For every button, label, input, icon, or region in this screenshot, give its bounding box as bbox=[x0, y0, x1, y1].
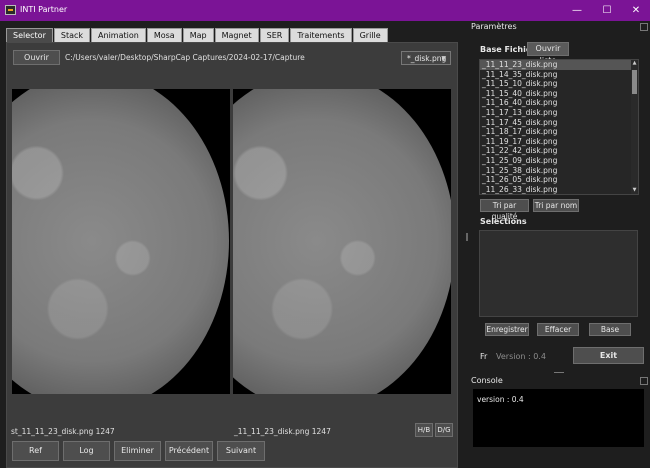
left-image-view[interactable] bbox=[12, 89, 230, 394]
console-output: version : 0.4 bbox=[473, 389, 644, 447]
list-item[interactable]: _11_15_10_disk.png bbox=[480, 79, 638, 89]
list-item[interactable]: _11_16_40_disk.png bbox=[480, 98, 638, 108]
filter-value: *_disk.png bbox=[407, 54, 447, 63]
tab-traitements[interactable]: Traitements bbox=[290, 28, 352, 42]
open-button[interactable]: Ouvrir bbox=[13, 50, 60, 65]
list-item[interactable]: _11_25_09_disk.png bbox=[480, 156, 638, 166]
console-title: Console bbox=[471, 376, 503, 385]
minimize-button[interactable]: — bbox=[562, 2, 592, 19]
tab-grille[interactable]: Grille bbox=[352, 28, 388, 42]
tab-animation[interactable]: Animation bbox=[91, 28, 146, 42]
scroll-thumb[interactable] bbox=[632, 70, 637, 94]
list-item[interactable]: _11_15_40_disk.png bbox=[480, 89, 638, 99]
main-panel: Selector Stack Animation Mosa Map Magnet… bbox=[0, 21, 465, 468]
selector-page: Ouvrir C:/Users/valer/Desktop/SharpCap C… bbox=[6, 42, 458, 468]
scroll-down-icon[interactable]: ▼ bbox=[631, 187, 638, 194]
file-list[interactable]: _11_11_23_disk.png _11_14_35_disk.png _1… bbox=[479, 59, 639, 195]
sort-quality-button[interactable]: Tri par qualité bbox=[480, 199, 529, 221]
precedent-button[interactable]: Précédent bbox=[165, 441, 213, 461]
parameters-title: Paramètres bbox=[471, 22, 517, 31]
tab-stack[interactable]: Stack bbox=[53, 28, 91, 42]
tab-map[interactable]: Map bbox=[182, 28, 214, 42]
eliminer-button[interactable]: Eliminer bbox=[114, 441, 161, 461]
effacer-button[interactable]: Effacer bbox=[537, 323, 579, 336]
tab-ser[interactable]: SER bbox=[259, 28, 290, 42]
list-item[interactable]: _11_17_45_disk.png bbox=[480, 118, 638, 128]
splitter-handle[interactable] bbox=[554, 372, 564, 373]
tab-magnet[interactable]: Magnet bbox=[214, 28, 259, 42]
scroll-up-icon[interactable]: ▲ bbox=[631, 60, 638, 67]
list-item[interactable]: _11_25_38_disk.png bbox=[480, 166, 638, 176]
file-list-scrollbar[interactable]: ▲ ▼ bbox=[631, 60, 638, 194]
open-list-button[interactable]: Ouvrir liste bbox=[527, 42, 569, 65]
list-item[interactable]: _11_26_05_disk.png bbox=[480, 175, 638, 185]
list-item[interactable]: _11_26_33_disk.png bbox=[480, 185, 638, 194]
version-label: Version : 0.4 bbox=[496, 352, 546, 361]
sun-disk-image bbox=[12, 89, 229, 394]
language-label[interactable]: Fr bbox=[480, 352, 487, 361]
base-button[interactable]: Base bbox=[589, 323, 631, 336]
tab-mosa[interactable]: Mosa bbox=[146, 28, 182, 42]
ref-button[interactable]: Ref bbox=[12, 441, 59, 461]
chevron-down-icon: ▼ bbox=[441, 55, 446, 62]
list-item[interactable]: _11_18_17_disk.png bbox=[480, 127, 638, 137]
list-item[interactable]: _11_22_42_disk.png bbox=[480, 146, 638, 156]
console-text: version : 0.4 bbox=[477, 395, 524, 404]
sort-name-button[interactable]: Tri par nom bbox=[533, 199, 579, 212]
tab-bar: Selector Stack Animation Mosa Map Magnet… bbox=[6, 28, 389, 43]
flip-hb-button[interactable]: H/B bbox=[415, 423, 433, 437]
title-bar: INTI Partner — ☐ ✕ bbox=[0, 0, 650, 21]
enregistrer-button[interactable]: Enregistrer bbox=[485, 323, 529, 336]
list-item[interactable]: _11_14_35_disk.png bbox=[480, 70, 638, 80]
window-title: INTI Partner bbox=[20, 5, 68, 14]
flip-dg-button[interactable]: D/G bbox=[435, 423, 453, 437]
filter-dropdown[interactable]: *_disk.png ▼ bbox=[401, 51, 451, 65]
tab-selector[interactable]: Selector bbox=[6, 28, 53, 43]
maximize-button[interactable]: ☐ bbox=[592, 2, 622, 19]
sun-disk-image bbox=[233, 89, 451, 394]
splitter-handle[interactable] bbox=[466, 233, 468, 241]
folder-path: C:/Users/valer/Desktop/SharpCap Captures… bbox=[65, 53, 305, 62]
right-image-view[interactable] bbox=[233, 89, 451, 394]
float-icon[interactable] bbox=[640, 23, 648, 31]
log-button[interactable]: Log bbox=[63, 441, 110, 461]
left-image-caption: st_11_11_23_disk.png 1247 bbox=[11, 427, 115, 436]
right-image-caption: _11_11_23_disk.png 1247 bbox=[234, 427, 331, 436]
list-item[interactable]: _11_19_17_disk.png bbox=[480, 137, 638, 147]
exit-button[interactable]: Exit bbox=[573, 347, 644, 364]
close-button[interactable]: ✕ bbox=[621, 2, 650, 19]
list-item[interactable]: _11_11_23_disk.png bbox=[480, 60, 638, 70]
list-item[interactable]: _11_17_13_disk.png bbox=[480, 108, 638, 118]
selections-label: Selections bbox=[480, 217, 527, 226]
suivant-button[interactable]: Suivant bbox=[217, 441, 265, 461]
selections-list[interactable] bbox=[479, 230, 638, 317]
app-icon bbox=[5, 5, 16, 15]
parameters-panel: Paramètres Base Fichiers Ouvrir liste _1… bbox=[466, 21, 650, 464]
float-icon[interactable] bbox=[640, 377, 648, 385]
